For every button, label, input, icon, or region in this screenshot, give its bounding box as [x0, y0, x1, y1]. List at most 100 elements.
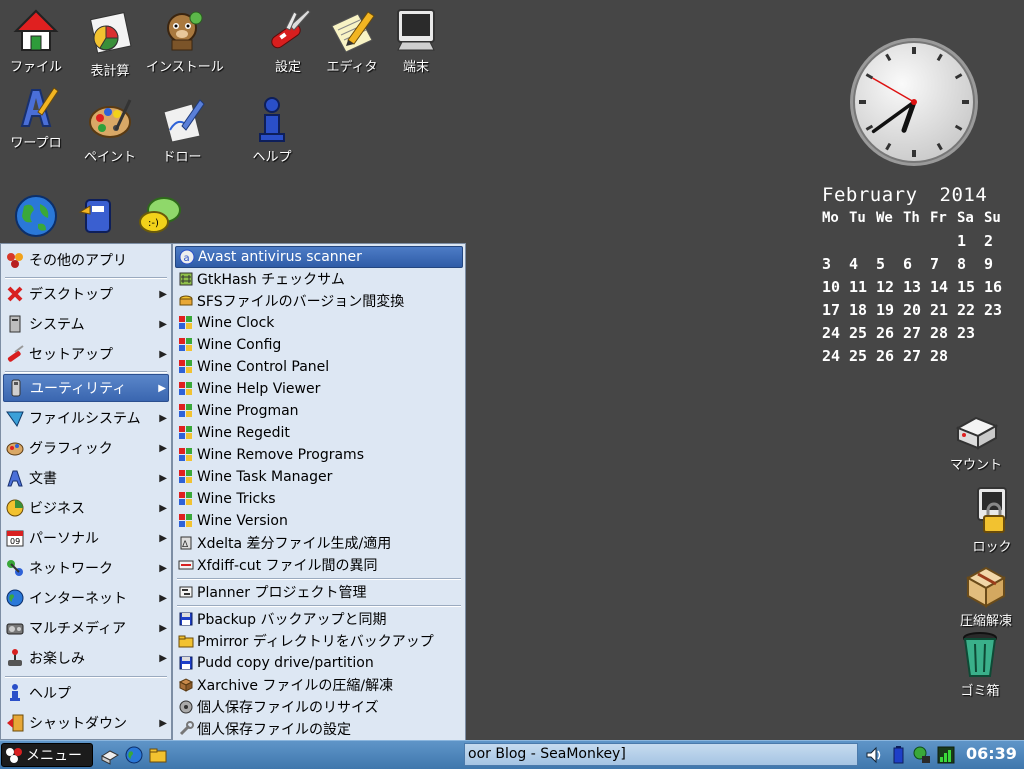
- menu-item-games[interactable]: お楽しみ ▶: [3, 644, 169, 672]
- calendar-day[interactable]: 8: [957, 255, 984, 273]
- menu-item-other-apps[interactable]: その他のアプリ: [3, 246, 169, 274]
- calendar-day[interactable]: 17: [822, 301, 849, 319]
- business-icon: [5, 498, 25, 518]
- menu-item-help[interactable]: ヘルプ: [3, 679, 169, 707]
- calendar-day[interactable]: 15: [957, 278, 984, 296]
- calendar-day[interactable]: 27: [903, 347, 930, 365]
- desktop-icon-editor[interactable]: エディタ: [316, 6, 388, 75]
- menu-item-internet[interactable]: インターネット ▶: [3, 584, 169, 612]
- submenu-item-wine-help-viewer[interactable]: Wine Help Viewer: [175, 378, 463, 400]
- submenu-item-xfdiff-cut[interactable]: Xfdiff-cut ファイル間の異同: [175, 554, 463, 576]
- calendar-day[interactable]: 11: [849, 278, 876, 296]
- desktop-icon-mount[interactable]: マウント: [940, 404, 1012, 473]
- calendar-day[interactable]: 24: [822, 324, 849, 342]
- calendar-day[interactable]: 22: [957, 301, 984, 319]
- calendar-day[interactable]: 25: [849, 324, 876, 342]
- calendar-day[interactable]: 25: [849, 347, 876, 365]
- calendar-day[interactable]: 26: [876, 324, 903, 342]
- desktop-icon-terminal[interactable]: 端末: [380, 6, 452, 75]
- desktop-icon-install[interactable]: インストール: [146, 6, 224, 75]
- taskbar-clock[interactable]: 06:39: [966, 744, 1017, 763]
- drive-launcher-icon[interactable]: [100, 745, 120, 765]
- submenu-item-wine-progman[interactable]: Wine Progman: [175, 400, 463, 422]
- submenu-item-wine-tricks[interactable]: Wine Tricks: [175, 488, 463, 510]
- menu-item-personal[interactable]: 09 パーソナル ▶: [3, 524, 169, 552]
- submenu-item-avast-antivirus-scanner[interactable]: a Avast antivirus scanner: [175, 246, 463, 268]
- menu-item-shutdown[interactable]: シャットダウン ▶: [3, 709, 169, 737]
- submenu-item-xarchive[interactable]: Xarchive ファイルの圧縮/解凍: [175, 674, 463, 696]
- start-menu-button[interactable]: メニュー: [1, 743, 93, 767]
- submenu-item-planner[interactable]: Planner プロジェクト管理: [175, 581, 463, 603]
- folder-launcher-icon[interactable]: [148, 745, 168, 765]
- calendar-day[interactable]: 24: [822, 347, 849, 365]
- menu-item-filesystem[interactable]: ファイルシステム ▶: [3, 404, 169, 432]
- calendar-day[interactable]: 9: [984, 255, 1011, 273]
- submenu-item-wine-config[interactable]: Wine Config: [175, 334, 463, 356]
- calendar-day[interactable]: 13: [903, 278, 930, 296]
- menu-item-document[interactable]: 文書 ▶: [3, 464, 169, 492]
- desktop-icon-archive[interactable]: 圧縮解凍: [950, 560, 1022, 629]
- menu-item-graphics[interactable]: グラフィック ▶: [3, 434, 169, 462]
- calendar-day[interactable]: 20: [903, 301, 930, 319]
- desktop-icon-draw[interactable]: ドロー: [146, 96, 218, 165]
- calendar-day[interactable]: 3: [822, 255, 849, 273]
- speaker-icon[interactable]: [864, 745, 884, 765]
- browser-launcher-icon[interactable]: [124, 745, 144, 765]
- submenu-item-item-21[interactable]: 個人保存ファイルの設定: [175, 718, 463, 740]
- submenu-item-pbackup[interactable]: Pbackup バックアップと同期: [175, 608, 463, 630]
- calendar-day[interactable]: 4: [849, 255, 876, 273]
- submenu-item-wine-remove-programs[interactable]: Wine Remove Programs: [175, 444, 463, 466]
- menu-item-business[interactable]: ビジネス ▶: [3, 494, 169, 522]
- calendar-day[interactable]: 5: [876, 255, 903, 273]
- menu-item-network[interactable]: ネットワーク ▶: [3, 554, 169, 582]
- desktop-icon-settings[interactable]: 設定: [252, 6, 324, 75]
- desktop-icon-wordprocessor[interactable]: ワープロ: [0, 82, 72, 151]
- calendar-day[interactable]: 2: [984, 232, 1011, 250]
- menu-item-utility[interactable]: ユーティリティ ▶: [3, 374, 169, 402]
- calendar-day[interactable]: 7: [930, 255, 957, 273]
- calendar-day[interactable]: 14: [930, 278, 957, 296]
- menu-item-label: お楽しみ: [29, 651, 85, 667]
- calendar-day[interactable]: 21: [930, 301, 957, 319]
- calendar-day[interactable]: 28: [930, 324, 957, 342]
- submenu-item-gtkhash[interactable]: GtkHash チェックサム: [175, 268, 463, 290]
- menu-item-setup[interactable]: セットアップ ▶: [3, 340, 169, 368]
- utility-submenu: a Avast antivirus scanner GtkHash チェックサム SF…: [172, 243, 466, 768]
- submenu-item-wine-version[interactable]: Wine Version: [175, 510, 463, 532]
- calendar-day[interactable]: 16: [984, 278, 1011, 296]
- calendar-day[interactable]: 1: [957, 232, 984, 250]
- calendar-day[interactable]: 18: [849, 301, 876, 319]
- submenu-item-sfs[interactable]: SFSファイルのバージョン間変換: [175, 290, 463, 312]
- calendar-day[interactable]: 6: [903, 255, 930, 273]
- desktop-icon-trash[interactable]: ゴミ箱: [944, 630, 1016, 699]
- submenu-item-wine-regedit[interactable]: Wine Regedit: [175, 422, 463, 444]
- submenu-item-wine-clock[interactable]: Wine Clock: [175, 312, 463, 334]
- menu-item-desktop[interactable]: デスクトップ ▶: [3, 280, 169, 308]
- calendar-day[interactable]: 27: [903, 324, 930, 342]
- calendar-day[interactable]: 26: [876, 347, 903, 365]
- calendar-day[interactable]: 10: [822, 278, 849, 296]
- submenu-item-wine-control-panel[interactable]: Wine Control Panel: [175, 356, 463, 378]
- desktop-icon-chat[interactable]: :-): [124, 192, 196, 240]
- desktop-icon-paint[interactable]: ペイント: [74, 96, 146, 165]
- network-status-icon[interactable]: [912, 745, 932, 765]
- submenu-item-item-20[interactable]: 個人保存ファイルのリサイズ: [175, 696, 463, 718]
- desktop-icon-file[interactable]: ファイル: [0, 6, 72, 75]
- calendar-day[interactable]: 28: [930, 347, 957, 365]
- desktop-icon-help[interactable]: ヘルプ: [236, 96, 308, 165]
- desktop-icon-lock[interactable]: ロック: [956, 486, 1024, 555]
- calendar-day[interactable]: 23: [957, 324, 984, 342]
- calendar-day[interactable]: 19: [876, 301, 903, 319]
- submenu-item-wine-task-manager[interactable]: Wine Task Manager: [175, 466, 463, 488]
- battery-icon[interactable]: [888, 745, 908, 765]
- cpu-monitor-icon[interactable]: [936, 745, 956, 765]
- menu-item-multimedia[interactable]: マルチメディア ▶: [3, 614, 169, 642]
- calendar-day[interactable]: 23: [984, 301, 1011, 319]
- desktop-icon-spreadsheet[interactable]: 表計算: [74, 10, 146, 79]
- submenu-item-pmirror[interactable]: Pmirror ディレクトリをバックアップ: [175, 630, 463, 652]
- calendar-day[interactable]: 12: [876, 278, 903, 296]
- menu-item-system[interactable]: システム ▶: [3, 310, 169, 338]
- submenu-item-xdelta[interactable]: Δ Xdelta 差分ファイル生成/適用: [175, 532, 463, 554]
- submenu-item-pudd-copy-drive-partition[interactable]: Pudd copy drive/partition: [175, 652, 463, 674]
- taskbar-window-button[interactable]: oor Blog - SeaMonkey]: [464, 743, 858, 766]
